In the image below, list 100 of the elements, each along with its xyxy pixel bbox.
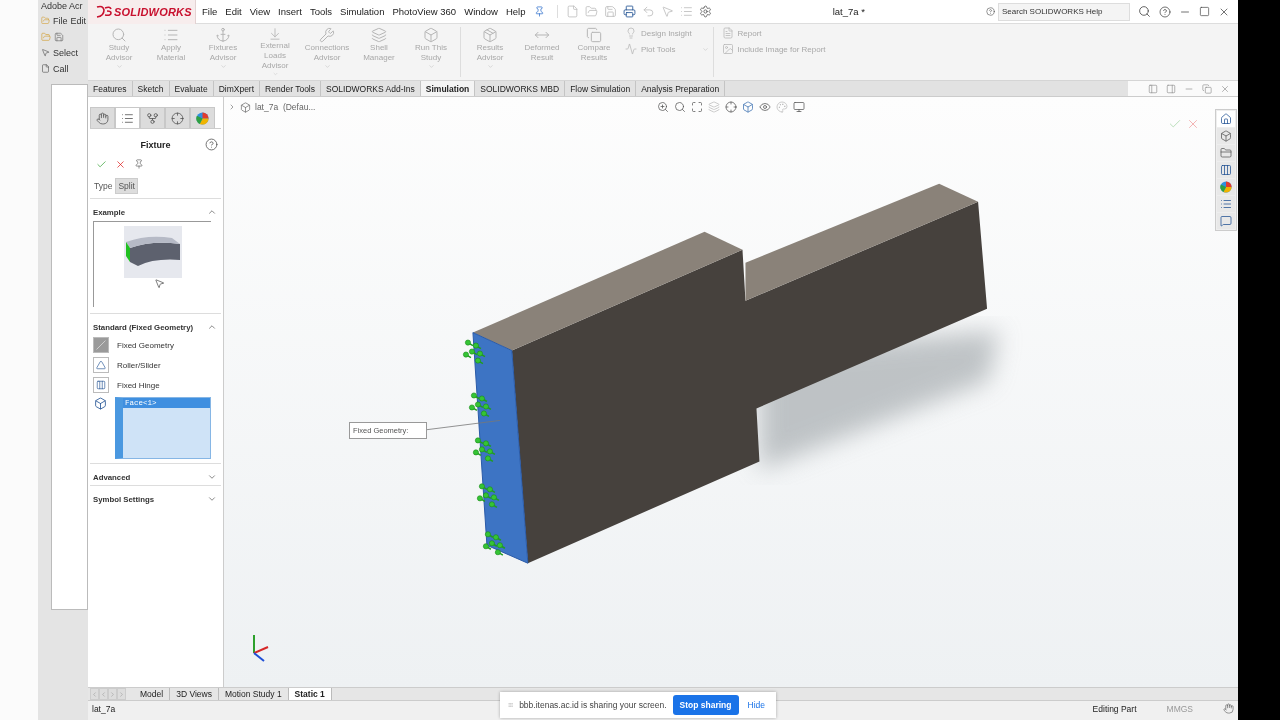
menu-item[interactable]: Insert bbox=[274, 6, 306, 17]
printer-icon[interactable] bbox=[622, 5, 636, 18]
menu-item[interactable]: File bbox=[198, 6, 222, 17]
section-view-icon[interactable] bbox=[708, 101, 720, 113]
anchor-icon bbox=[215, 27, 231, 43]
properties-button[interactable] bbox=[1217, 196, 1235, 212]
folder-icon bbox=[41, 16, 50, 25]
folder-icon[interactable] bbox=[41, 31, 51, 42]
forum-button[interactable] bbox=[1217, 213, 1235, 229]
panel-left-icon[interactable] bbox=[1148, 83, 1158, 94]
view-cube-icon[interactable] bbox=[742, 101, 754, 113]
stop-sharing-button[interactable]: Stop sharing bbox=[672, 695, 739, 715]
panel-tab[interactable] bbox=[140, 107, 165, 128]
menu-item[interactable]: Edit bbox=[70, 15, 87, 26]
undo-icon[interactable] bbox=[641, 5, 655, 18]
menu-item[interactable]: Help bbox=[501, 6, 530, 17]
maximize-icon[interactable] bbox=[1199, 6, 1210, 17]
color-ball-icon bbox=[1220, 181, 1232, 193]
folder-button[interactable] bbox=[1217, 145, 1235, 161]
cube-icon bbox=[423, 27, 439, 43]
restore-icon[interactable] bbox=[1202, 83, 1212, 94]
cube-icon bbox=[1220, 130, 1232, 142]
zoom-area-icon[interactable] bbox=[674, 101, 686, 113]
save-icon[interactable] bbox=[603, 5, 617, 18]
list-icon bbox=[163, 27, 179, 43]
help-icon[interactable] bbox=[1159, 5, 1171, 18]
copy-icon bbox=[586, 27, 602, 43]
new-file-icon[interactable] bbox=[565, 5, 579, 18]
grid-icon bbox=[1220, 164, 1232, 176]
document-icon bbox=[721, 27, 734, 39]
panel-right-icon[interactable] bbox=[1166, 83, 1176, 94]
save-icon[interactable] bbox=[54, 31, 64, 42]
chat-icon bbox=[1220, 215, 1232, 227]
help-icon[interactable] bbox=[205, 138, 218, 151]
list-icon[interactable] bbox=[679, 5, 693, 18]
panel-tab[interactable] bbox=[90, 107, 115, 128]
type-tab[interactable]: Split bbox=[115, 178, 138, 194]
hand-icon[interactable] bbox=[1223, 703, 1234, 714]
tree-item[interactable]: lat_7a (Defau... bbox=[255, 102, 316, 112]
menu-item[interactable]: Simulation bbox=[336, 6, 389, 17]
menu-item[interactable]: Edit bbox=[221, 6, 246, 17]
status-file: lat_7a bbox=[92, 703, 116, 714]
share-message: bbb.itenas.ac.id is sharing your screen. bbox=[519, 700, 667, 710]
window-title: lat_7a * bbox=[831, 6, 866, 17]
zoom-icon[interactable] bbox=[657, 101, 669, 113]
fixture-option[interactable]: Fixed Geometry bbox=[90, 335, 221, 355]
cancel-icon[interactable] bbox=[115, 159, 126, 170]
settings-icon[interactable] bbox=[698, 5, 712, 18]
panel-tab[interactable] bbox=[165, 107, 190, 128]
hide-link[interactable]: Hide bbox=[744, 700, 768, 710]
color-ball-icon bbox=[196, 111, 209, 125]
eye-icon[interactable] bbox=[759, 101, 771, 113]
pointer-icon[interactable] bbox=[41, 48, 50, 57]
help-icon bbox=[986, 7, 995, 16]
home-button[interactable] bbox=[1217, 111, 1235, 127]
close-icon[interactable] bbox=[1220, 83, 1230, 94]
pointer-icon[interactable] bbox=[660, 5, 674, 18]
grip-icon bbox=[508, 700, 514, 710]
brand-name: SOLIDWORKS bbox=[114, 5, 192, 18]
example-drawing bbox=[123, 226, 182, 278]
library-button[interactable] bbox=[1217, 128, 1235, 144]
fixture-option[interactable]: Fixed Hinge bbox=[90, 375, 221, 395]
panel-tab[interactable] bbox=[115, 107, 140, 128]
image-icon bbox=[721, 43, 734, 55]
folder-icon bbox=[1220, 147, 1232, 159]
fit-icon[interactable] bbox=[691, 101, 703, 113]
appearance-icon[interactable] bbox=[776, 101, 788, 113]
menu-item[interactable]: PhotoView 360 bbox=[388, 6, 461, 17]
search-icon[interactable] bbox=[1138, 5, 1151, 18]
search-field[interactable]: Search SOLIDWORKS Help bbox=[998, 2, 1130, 21]
cancel-icon[interactable] bbox=[1186, 117, 1200, 131]
ok-icon[interactable] bbox=[96, 159, 107, 170]
layers-icon bbox=[371, 27, 387, 43]
command-tab[interactable]: Simulation bbox=[420, 81, 476, 96]
panel-title: Fixture bbox=[140, 140, 171, 150]
magnifier-icon bbox=[111, 27, 127, 43]
monitor-icon[interactable] bbox=[793, 101, 805, 113]
part-icon bbox=[240, 101, 251, 113]
menu-item[interactable]: View bbox=[245, 6, 275, 17]
package-icon bbox=[482, 27, 498, 43]
menu-item[interactable]: Window bbox=[460, 6, 502, 17]
pin-icon[interactable] bbox=[533, 6, 545, 17]
list-icon bbox=[1220, 198, 1232, 210]
view-icon[interactable] bbox=[725, 101, 737, 113]
view-palette-button[interactable] bbox=[1217, 162, 1235, 178]
home-icon bbox=[1220, 113, 1232, 125]
menu-item[interactable]: Tools bbox=[305, 6, 337, 17]
page-icon[interactable] bbox=[41, 64, 50, 73]
pin-icon[interactable] bbox=[134, 159, 144, 169]
appearance-button[interactable] bbox=[1217, 179, 1235, 195]
tool-label[interactable]: Select bbox=[53, 47, 78, 58]
panel-tab[interactable] bbox=[190, 107, 215, 128]
mouse-cursor-icon bbox=[154, 278, 165, 289]
type-tab[interactable]: Type bbox=[91, 178, 116, 194]
menu-item[interactable]: File bbox=[53, 15, 68, 26]
fixture-option[interactable]: Roller/Slider bbox=[90, 355, 221, 375]
ds-logo-icon bbox=[96, 5, 112, 18]
document-tab[interactable]: Static 1 bbox=[288, 688, 332, 700]
tab-label[interactable]: Call bbox=[53, 63, 69, 74]
folder-icon[interactable] bbox=[584, 5, 598, 18]
